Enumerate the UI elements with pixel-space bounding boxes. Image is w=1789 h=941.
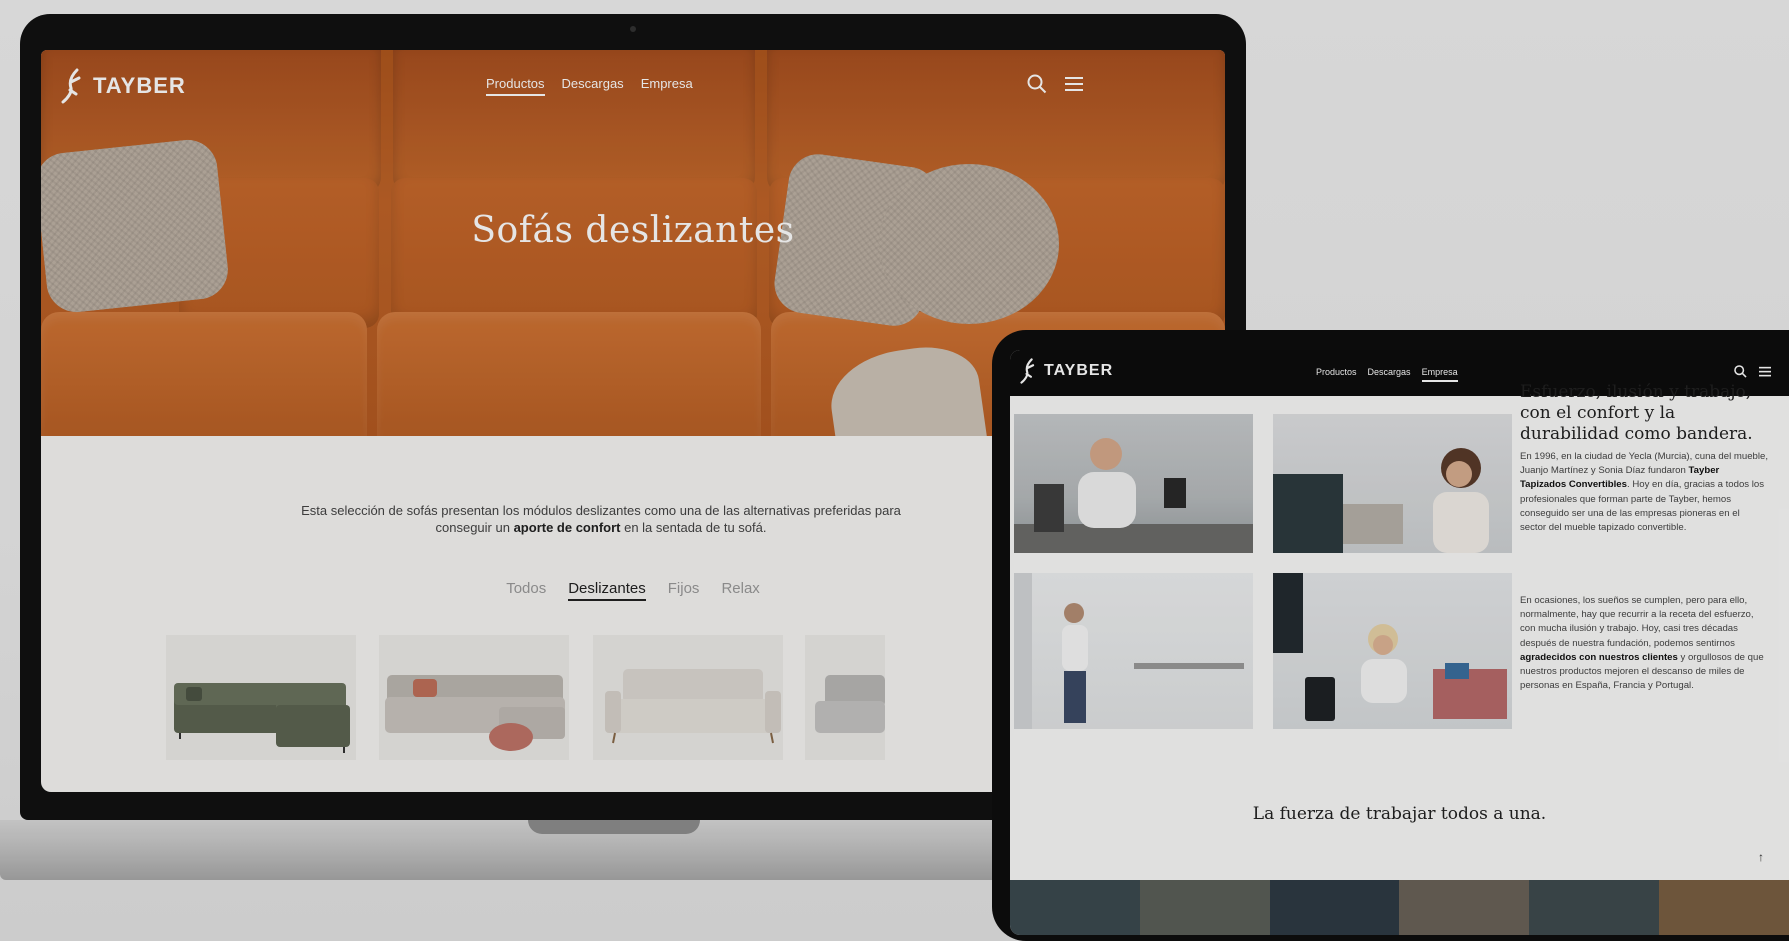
- header-icons: [1027, 74, 1083, 94]
- product-card[interactable]: [805, 635, 885, 760]
- product-card[interactable]: [379, 635, 569, 760]
- sofa-seat: [41, 312, 367, 436]
- lizard-logo-icon: [1020, 358, 1035, 384]
- intro-bold: aporte de confort: [513, 520, 621, 535]
- sofa-beige-image: [605, 669, 781, 744]
- sofa-light-grey-image: [815, 675, 885, 733]
- intro-text: Esta selección de sofás presentan los mó…: [281, 502, 921, 536]
- tablet-nav: Productos Descargas Empresa: [1316, 367, 1458, 382]
- filter-todos[interactable]: Todos: [506, 580, 546, 601]
- filter-deslizantes[interactable]: Deslizantes: [568, 580, 646, 601]
- factory-photo-strip: [1010, 880, 1789, 935]
- hero-title: Sofás deslizantes: [471, 210, 795, 251]
- nav-productos[interactable]: Productos: [486, 76, 545, 96]
- main-nav: Productos Descargas Empresa: [486, 76, 693, 96]
- tablet-heading: Esfuerzo, ilusión y trabajo, con el conf…: [1520, 382, 1753, 444]
- tablet-nav-descargas[interactable]: Descargas: [1368, 367, 1411, 382]
- nav-descargas[interactable]: Descargas: [562, 76, 624, 96]
- menu-icon[interactable]: [1065, 76, 1083, 92]
- tablet-header-icons: [1734, 365, 1771, 378]
- sofa-seat: [377, 312, 761, 436]
- photo-woman-desk: [1273, 573, 1512, 729]
- logo-text: TAYBER: [93, 73, 186, 98]
- filter-fijos[interactable]: Fijos: [668, 580, 700, 601]
- sofa-back: [391, 178, 757, 328]
- strip-photo: [1139, 880, 1270, 935]
- sofa-green-image: [174, 683, 350, 753]
- camera: [630, 26, 636, 32]
- tablet-paragraph-1: En 1996, en la ciudad de Yecla (Murcia),…: [1520, 450, 1768, 535]
- para2-part1: En ocasiones, los sueños se cumplen, per…: [1520, 595, 1754, 649]
- search-icon[interactable]: [1734, 365, 1747, 378]
- strip-photo: [1010, 880, 1140, 935]
- tablet-device: TAYBER Productos Descargas Empresa Esfue…: [992, 330, 1789, 941]
- strip-photo: [1269, 880, 1400, 935]
- tablet-quote: La fuerza de trabajar todos a una.: [1252, 804, 1547, 824]
- lizard-logo-icon: [61, 68, 81, 104]
- intro-part2: en la sentada de tu sofá.: [620, 520, 767, 535]
- logo[interactable]: TAYBER: [61, 68, 186, 104]
- menu-icon[interactable]: [1759, 366, 1771, 377]
- tablet-nav-empresa[interactable]: Empresa: [1421, 367, 1458, 382]
- product-card[interactable]: [166, 635, 356, 760]
- photo-founder-desk: [1014, 414, 1253, 553]
- strip-photo: [1399, 880, 1530, 935]
- para2-bold: agradecidos con nuestros clientes: [1520, 651, 1678, 663]
- para1-part1: En 1996, en la ciudad de Yecla (Murcia),…: [1520, 451, 1768, 477]
- laptop-notch: [528, 820, 700, 834]
- tablet-logo-text: TAYBER: [1044, 362, 1114, 379]
- tablet-screen: TAYBER Productos Descargas Empresa Esfue…: [1010, 350, 1789, 935]
- product-card[interactable]: [593, 635, 783, 760]
- tablet-nav-productos[interactable]: Productos: [1316, 367, 1357, 382]
- photo-woman-phone: [1273, 414, 1512, 553]
- strip-photo: [1529, 880, 1660, 935]
- strip-photo: [1659, 880, 1789, 935]
- photo-office-man: [1014, 573, 1253, 729]
- tablet-logo[interactable]: TAYBER: [1020, 358, 1113, 384]
- tablet-paragraph-2: En ocasiones, los sueños se cumplen, per…: [1520, 594, 1768, 693]
- sofa-grey-image: [385, 675, 565, 751]
- search-icon[interactable]: [1027, 74, 1047, 94]
- nav-empresa[interactable]: Empresa: [641, 76, 693, 96]
- scroll-top-icon[interactable]: ↑: [1758, 850, 1764, 864]
- site-header: TAYBER Productos Descargas Empresa: [41, 50, 1225, 124]
- filter-relax[interactable]: Relax: [721, 580, 759, 601]
